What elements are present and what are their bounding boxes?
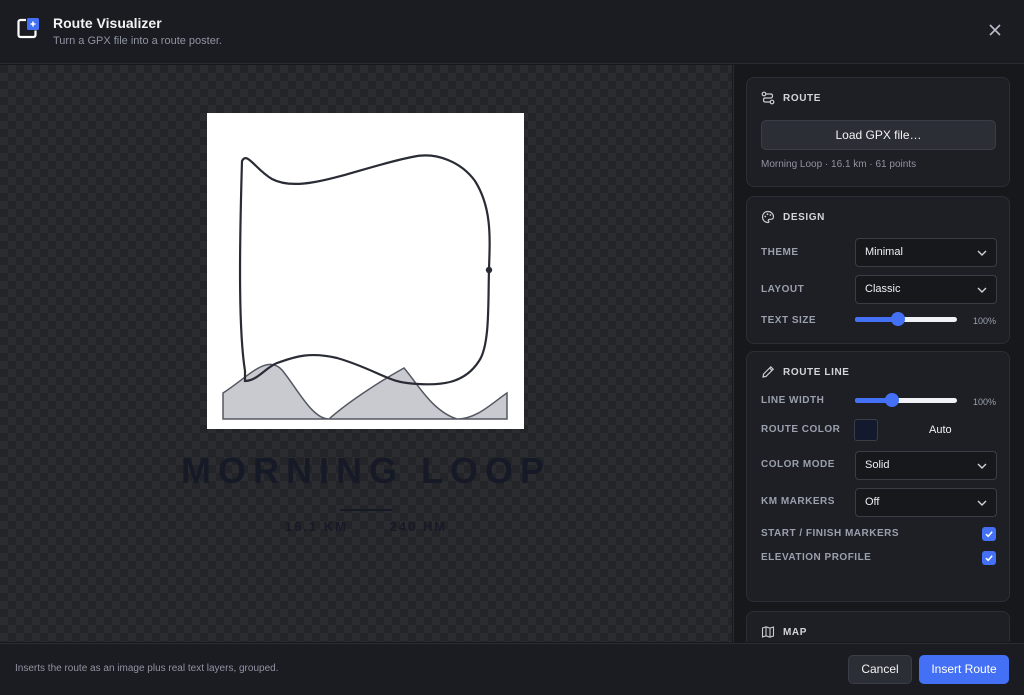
- poster-preview-canvas: MORNING LOOP 16.1 KM 240 HM: [0, 65, 732, 642]
- finish-marker: [485, 266, 493, 274]
- cancel-button[interactable]: Cancel: [848, 655, 912, 684]
- route-line-panel-title: ROUTE LINE: [783, 366, 850, 378]
- theme-select-value: Minimal: [865, 246, 903, 258]
- km-markers-select[interactable]: Off: [855, 488, 997, 517]
- route-visualizer-icon: [17, 17, 40, 39]
- map-panel: MAP: [746, 611, 1010, 642]
- map-icon: [761, 626, 775, 638]
- route-line-panel: ROUTE LINE LINE WIDTH 100% ROUTE COLOR A…: [746, 351, 1010, 602]
- pencil-icon: [762, 365, 775, 378]
- poster-map-frame: [207, 113, 524, 429]
- elevation-profile-checkbox[interactable]: [982, 551, 996, 565]
- layout-select-value: Classic: [865, 283, 901, 295]
- poster-stats: 16.1 KM 240 HM: [0, 519, 732, 534]
- dialog-footer: Inserts the route as an image plus real …: [0, 643, 1024, 695]
- layout-label: LAYOUT: [761, 284, 805, 295]
- km-markers-label: KM MARKERS: [761, 496, 835, 507]
- map-panel-header[interactable]: MAP: [761, 625, 807, 639]
- elevation-profile-label: ELEVATION PROFILE: [761, 552, 872, 563]
- dialog-header: Route Visualizer Turn a GPX file into a …: [0, 0, 1024, 64]
- slider-thumb[interactable]: [890, 312, 905, 326]
- settings-sidebar[interactable]: ROUTE Load GPX file… Morning Loop · 16.1…: [733, 65, 1024, 642]
- text-size-label: TEXT SIZE: [761, 315, 817, 326]
- poster-stat-distance: 16.1 KM: [284, 519, 348, 534]
- dialog-title: Route Visualizer: [53, 15, 162, 31]
- route-panel: ROUTE Load GPX file… Morning Loop · 16.1…: [746, 77, 1010, 187]
- load-gpx-button[interactable]: Load GPX file…: [761, 120, 996, 150]
- start-finish-label: START / FINISH MARKERS: [761, 528, 900, 539]
- chevron-down-icon: [977, 287, 987, 293]
- check-icon: [985, 555, 993, 562]
- layout-select[interactable]: Classic: [855, 275, 997, 304]
- palette-icon: [761, 210, 775, 224]
- theme-select[interactable]: Minimal: [855, 238, 997, 267]
- route-info-text: Morning Loop · 16.1 km · 61 points: [761, 159, 917, 170]
- footer-note: Inserts the route as an image plus real …: [15, 663, 279, 674]
- line-width-slider[interactable]: [855, 393, 957, 407]
- color-mode-select-value: Solid: [865, 459, 890, 471]
- route-icon: [761, 91, 775, 105]
- design-panel-title: DESIGN: [783, 211, 825, 223]
- dialog-subtitle: Turn a GPX file into a route poster.: [53, 35, 222, 47]
- route-color-swatch[interactable]: [854, 419, 878, 441]
- chevron-down-icon: [977, 463, 987, 469]
- map-panel-title: MAP: [783, 626, 808, 638]
- km-markers-select-value: Off: [865, 496, 880, 508]
- color-mode-label: COLOR MODE: [761, 459, 835, 470]
- poster-divider: [340, 509, 392, 511]
- color-mode-select[interactable]: Solid: [855, 451, 997, 480]
- line-width-label: LINE WIDTH: [761, 395, 825, 406]
- start-finish-checkbox[interactable]: [982, 527, 996, 541]
- chevron-down-icon: [977, 250, 987, 256]
- elevation-profile: [222, 363, 508, 420]
- route-panel-title: ROUTE: [783, 92, 821, 104]
- design-panel: DESIGN THEME Minimal LAYOUT Classic TEXT…: [746, 196, 1010, 344]
- close-icon: [989, 24, 1001, 36]
- route-color-auto[interactable]: Auto: [929, 424, 952, 436]
- check-icon: [985, 531, 993, 538]
- text-size-value: 100%: [973, 316, 997, 326]
- route-color-label: ROUTE COLOR: [761, 424, 841, 435]
- line-width-value: 100%: [973, 397, 997, 407]
- design-panel-header: DESIGN: [761, 210, 825, 224]
- route-line-panel-header: ROUTE LINE: [761, 365, 850, 379]
- poster-stat-elevation: 240 HM: [389, 519, 448, 534]
- close-button[interactable]: [984, 19, 1006, 41]
- slider-thumb[interactable]: [884, 393, 899, 407]
- route-map: [222, 154, 508, 420]
- theme-label: THEME: [761, 247, 799, 258]
- chevron-down-icon: [977, 500, 987, 506]
- poster-title: MORNING LOOP: [181, 450, 551, 491]
- insert-route-button[interactable]: Insert Route: [919, 655, 1009, 684]
- route-panel-header: ROUTE: [761, 91, 821, 105]
- text-size-slider[interactable]: [855, 312, 957, 326]
- route-line: [238, 154, 491, 386]
